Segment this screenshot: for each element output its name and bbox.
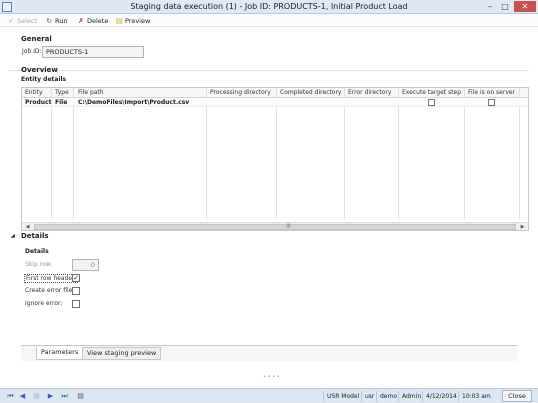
delete-label: Delete <box>87 16 109 25</box>
maximize-button[interactable]: □ <box>498 1 512 12</box>
title-bar: Staging data execution (1) - Job ID: PRO… <box>0 0 538 14</box>
status-date: 4/12/2014 <box>422 391 460 402</box>
tab-view-staging-preview[interactable]: View staging preview <box>82 347 162 360</box>
first-row-header-label: First row header: <box>24 274 79 283</box>
run-label: Run <box>55 16 68 25</box>
minimize-button[interactable]: – <box>483 1 497 12</box>
preview-icon: ▤ <box>115 16 123 25</box>
action-pane: ✓ Select ↻ Run ✗ Delete ▤ Preview <box>0 14 538 27</box>
details-subheading: Details <box>25 248 49 255</box>
status-company: demo <box>376 391 400 402</box>
column-header-error-directory[interactable]: Error directory <box>348 89 391 96</box>
details-heading[interactable]: Details <box>21 232 49 240</box>
tab-parameters[interactable]: Parameters <box>36 347 84 360</box>
ignore-error-checkbox[interactable] <box>72 300 80 308</box>
entity-details-heading: Entity details <box>21 76 67 83</box>
file-on-server-checkbox[interactable] <box>488 99 495 106</box>
column-header-processing-directory[interactable]: Processing directory <box>210 89 271 96</box>
cell-entity[interactable]: Product <box>25 99 51 106</box>
record-position-icon: ▦ <box>33 392 40 400</box>
job-id-label: Job ID: <box>22 48 42 55</box>
run-button[interactable]: ↻ Run <box>45 15 67 26</box>
splitter-grip-icon[interactable]: • • • • <box>263 374 280 380</box>
general-heading[interactable]: General <box>21 35 52 43</box>
column-header-file-on-server[interactable]: File is on server <box>468 89 515 96</box>
checkmark-icon: ✓ <box>8 16 14 25</box>
cell-file-path[interactable]: C:\DemoFiles\Import\Product.csv <box>78 99 189 106</box>
run-icon: ↻ <box>46 16 52 25</box>
entity-grid[interactable]: Entity Type File path Processing directo… <box>21 87 529 231</box>
create-error-file-label: Create error file: <box>25 287 75 294</box>
scroll-grip-icon: ▥ <box>286 223 291 229</box>
column-header-execute-target-step[interactable]: Execute target step <box>402 89 461 96</box>
scroll-left-icon[interactable]: ◀ <box>23 223 32 230</box>
previous-record-icon[interactable]: ◀ <box>18 392 27 400</box>
preview-button[interactable]: ▤ Preview <box>115 15 151 26</box>
column-header-entity[interactable]: Entity <box>25 89 43 96</box>
attachment-icon[interactable]: ▤ <box>76 392 85 400</box>
next-record-icon[interactable]: ▶ <box>46 392 55 400</box>
collapse-triangle-icon[interactable]: ◢ <box>11 233 15 239</box>
job-id-field[interactable]: PRODUCTS-1 <box>42 46 144 58</box>
ignore-error-label: Ignore error: <box>25 300 63 307</box>
window-title: Staging data execution (1) - Job ID: PRO… <box>130 2 408 11</box>
select-label: Select <box>17 16 38 25</box>
delete-button[interactable]: ✗ Delete <box>77 15 108 26</box>
first-record-icon[interactable]: ⏮ <box>6 392 15 401</box>
column-header-completed-directory[interactable]: Completed directory <box>280 89 341 96</box>
column-header-file-path[interactable]: File path <box>78 89 104 96</box>
status-model: USR Model <box>323 391 362 402</box>
horizontal-scrollbar[interactable]: ◀ ▥ ▶ <box>22 222 528 230</box>
scroll-thumb[interactable] <box>34 224 516 230</box>
delete-icon: ✗ <box>78 16 84 25</box>
preview-label: Preview <box>125 16 151 25</box>
first-row-header-checkbox[interactable]: ✓ <box>72 274 80 282</box>
skip-row-field[interactable]: 0 <box>72 259 99 271</box>
status-time: 10:03 am <box>458 391 494 402</box>
status-bar: ⏮ ◀ ▦ ▶ ⏭ ▤ USR Model usr demo Admin 4/1… <box>0 388 538 403</box>
create-error-file-checkbox[interactable] <box>72 287 80 295</box>
skip-row-label: Skip row: <box>25 261 53 268</box>
scroll-right-icon[interactable]: ▶ <box>518 223 527 230</box>
cell-type[interactable]: File <box>55 99 67 106</box>
details-tab-strip: Parameters View staging preview <box>21 345 517 361</box>
select-button[interactable]: ✓ Select <box>7 15 37 26</box>
execute-target-step-checkbox[interactable] <box>428 99 435 106</box>
status-layer: usr <box>361 391 377 402</box>
column-header-type[interactable]: Type <box>55 89 69 96</box>
last-record-icon[interactable]: ⏭ <box>60 392 69 401</box>
overview-heading[interactable]: Overview <box>21 66 58 74</box>
close-button[interactable]: Close <box>502 390 532 402</box>
status-user: Admin <box>398 391 424 402</box>
close-window-button[interactable]: ✕ <box>514 1 536 12</box>
